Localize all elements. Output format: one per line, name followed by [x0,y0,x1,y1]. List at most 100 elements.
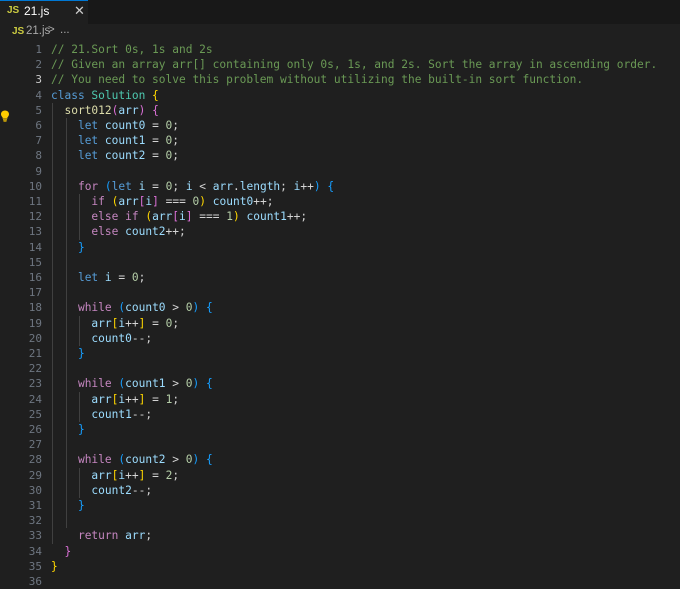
code-token: = [145,119,166,132]
code-line[interactable]: while (count0 > 0) { [51,300,213,315]
code-token: arr [91,468,112,482]
code-token: else [91,225,126,239]
line-number: 19 [28,316,42,330]
code-token: ++ [125,468,139,482]
indent-guide [79,194,80,240]
code-line[interactable]: } [51,498,85,513]
code-token: while [77,453,119,467]
code-token: = [145,134,166,148]
line-number: 6 [35,119,42,132]
line-number: 23 [28,377,42,391]
code-line[interactable]: // Given an array arr[] containing only … [51,57,657,72]
code-token: // Given an array arr[] containing only … [51,58,658,72]
code-line[interactable]: else count2++; [51,224,186,239]
breadcrumb-more[interactable]: ... [60,24,70,36]
line-number: 24 [28,392,42,406]
code-token: === [192,210,227,224]
code-token: count1 [125,377,166,391]
code-line[interactable]: } [51,346,85,361]
code-token: if [91,195,112,208]
code-line[interactable]: arr[i++] = 0; [51,316,179,331]
code-token: ) [313,179,321,193]
code-line[interactable]: } [51,422,85,437]
code-token: count2 [91,483,132,497]
code-token: for [77,179,105,193]
code-token: ; [172,119,180,132]
code-editor[interactable]: 1 2 3 4 5 6 7 8 9 10 11 12 13 14 15 16 17 18 19 20 21 22 23 24 2… [0,40,680,589]
code-token: // 21.Sort 0s, 1s and 2s [51,43,213,56]
code-token: ; [172,149,180,163]
tab-21-js[interactable]: JS 21.js ✕ [0,0,88,24]
indent-guide [79,467,80,498]
code-token: --; [131,407,153,421]
code-token: 0 [185,377,193,391]
code-line[interactable]: sort012(arr) { [51,103,158,118]
code-token: ; [172,316,180,330]
code-token: count2 [125,225,166,239]
code-line[interactable]: for (let i = 0; i < arr.length; i++) { [51,179,334,194]
code-token: = [145,392,166,406]
code-line[interactable]: // 21.Sort 0s, 1s and 2s [51,42,213,57]
line-number: 22 [28,362,42,376]
line-number: 28 [28,453,42,467]
code-token: let [111,179,139,193]
code-line[interactable]: return arr; [51,528,152,543]
line-number: 15 [28,255,42,269]
code-line[interactable]: arr[i++] = 1; [51,392,179,407]
tab-label: 21.js [24,4,50,18]
line-number: 36 [28,575,42,588]
code-token: return [77,529,126,543]
code-token: ++ [125,392,139,406]
code-token: === [158,195,193,208]
line-number: 5 [35,103,42,117]
code-token: > [165,377,186,391]
line-number: 17 [28,286,42,300]
lightbulb-icon[interactable] [0,110,10,122]
javascript-file-icon: JS [12,26,25,37]
code-token: } [64,544,72,558]
code-token: count1 [104,134,146,148]
code-line[interactable]: arr[i++] = 2; [51,468,179,483]
code-token: { [206,377,213,391]
code-token: count0 [212,195,254,208]
code-token: } [77,499,85,512]
line-number: 1 [35,43,42,56]
code-line[interactable]: else if (arr[i] === 1) count1++; [51,209,307,224]
code-line[interactable]: let count2 = 0; [51,148,179,163]
code-token: i [104,271,112,284]
code-line[interactable]: } [51,559,58,574]
line-number: 2 [35,58,42,72]
code-token: = [145,149,166,163]
indent-guide [65,118,67,529]
indent-guide [79,315,80,346]
code-token: ++; [165,225,186,239]
code-line[interactable]: } [51,240,85,255]
code-token: ) [232,210,240,224]
code-line[interactable]: let count1 = 0; [51,133,179,148]
code-line[interactable]: class Solution { [51,88,159,103]
code-token: let [77,119,105,132]
code-token: = [111,271,132,284]
code-line[interactable]: let count0 = 0; [51,118,179,133]
code-token: = [145,179,166,193]
line-number: 12 [28,210,42,224]
close-icon[interactable]: ✕ [74,3,85,19]
code-token: i [185,179,193,193]
code-line[interactable]: while (count1 > 0) { [51,376,213,391]
breadcrumb: JS 21.js > ... [0,24,680,40]
code-line[interactable]: } [51,544,71,559]
breadcrumb-file[interactable]: 21.js [26,25,50,37]
code-line[interactable]: while (count2 > 0) { [51,452,213,467]
code-line[interactable]: if (arr[i] === 0) count0++; [51,194,273,209]
code-line[interactable]: // You need to solve this problem withou… [51,72,583,87]
